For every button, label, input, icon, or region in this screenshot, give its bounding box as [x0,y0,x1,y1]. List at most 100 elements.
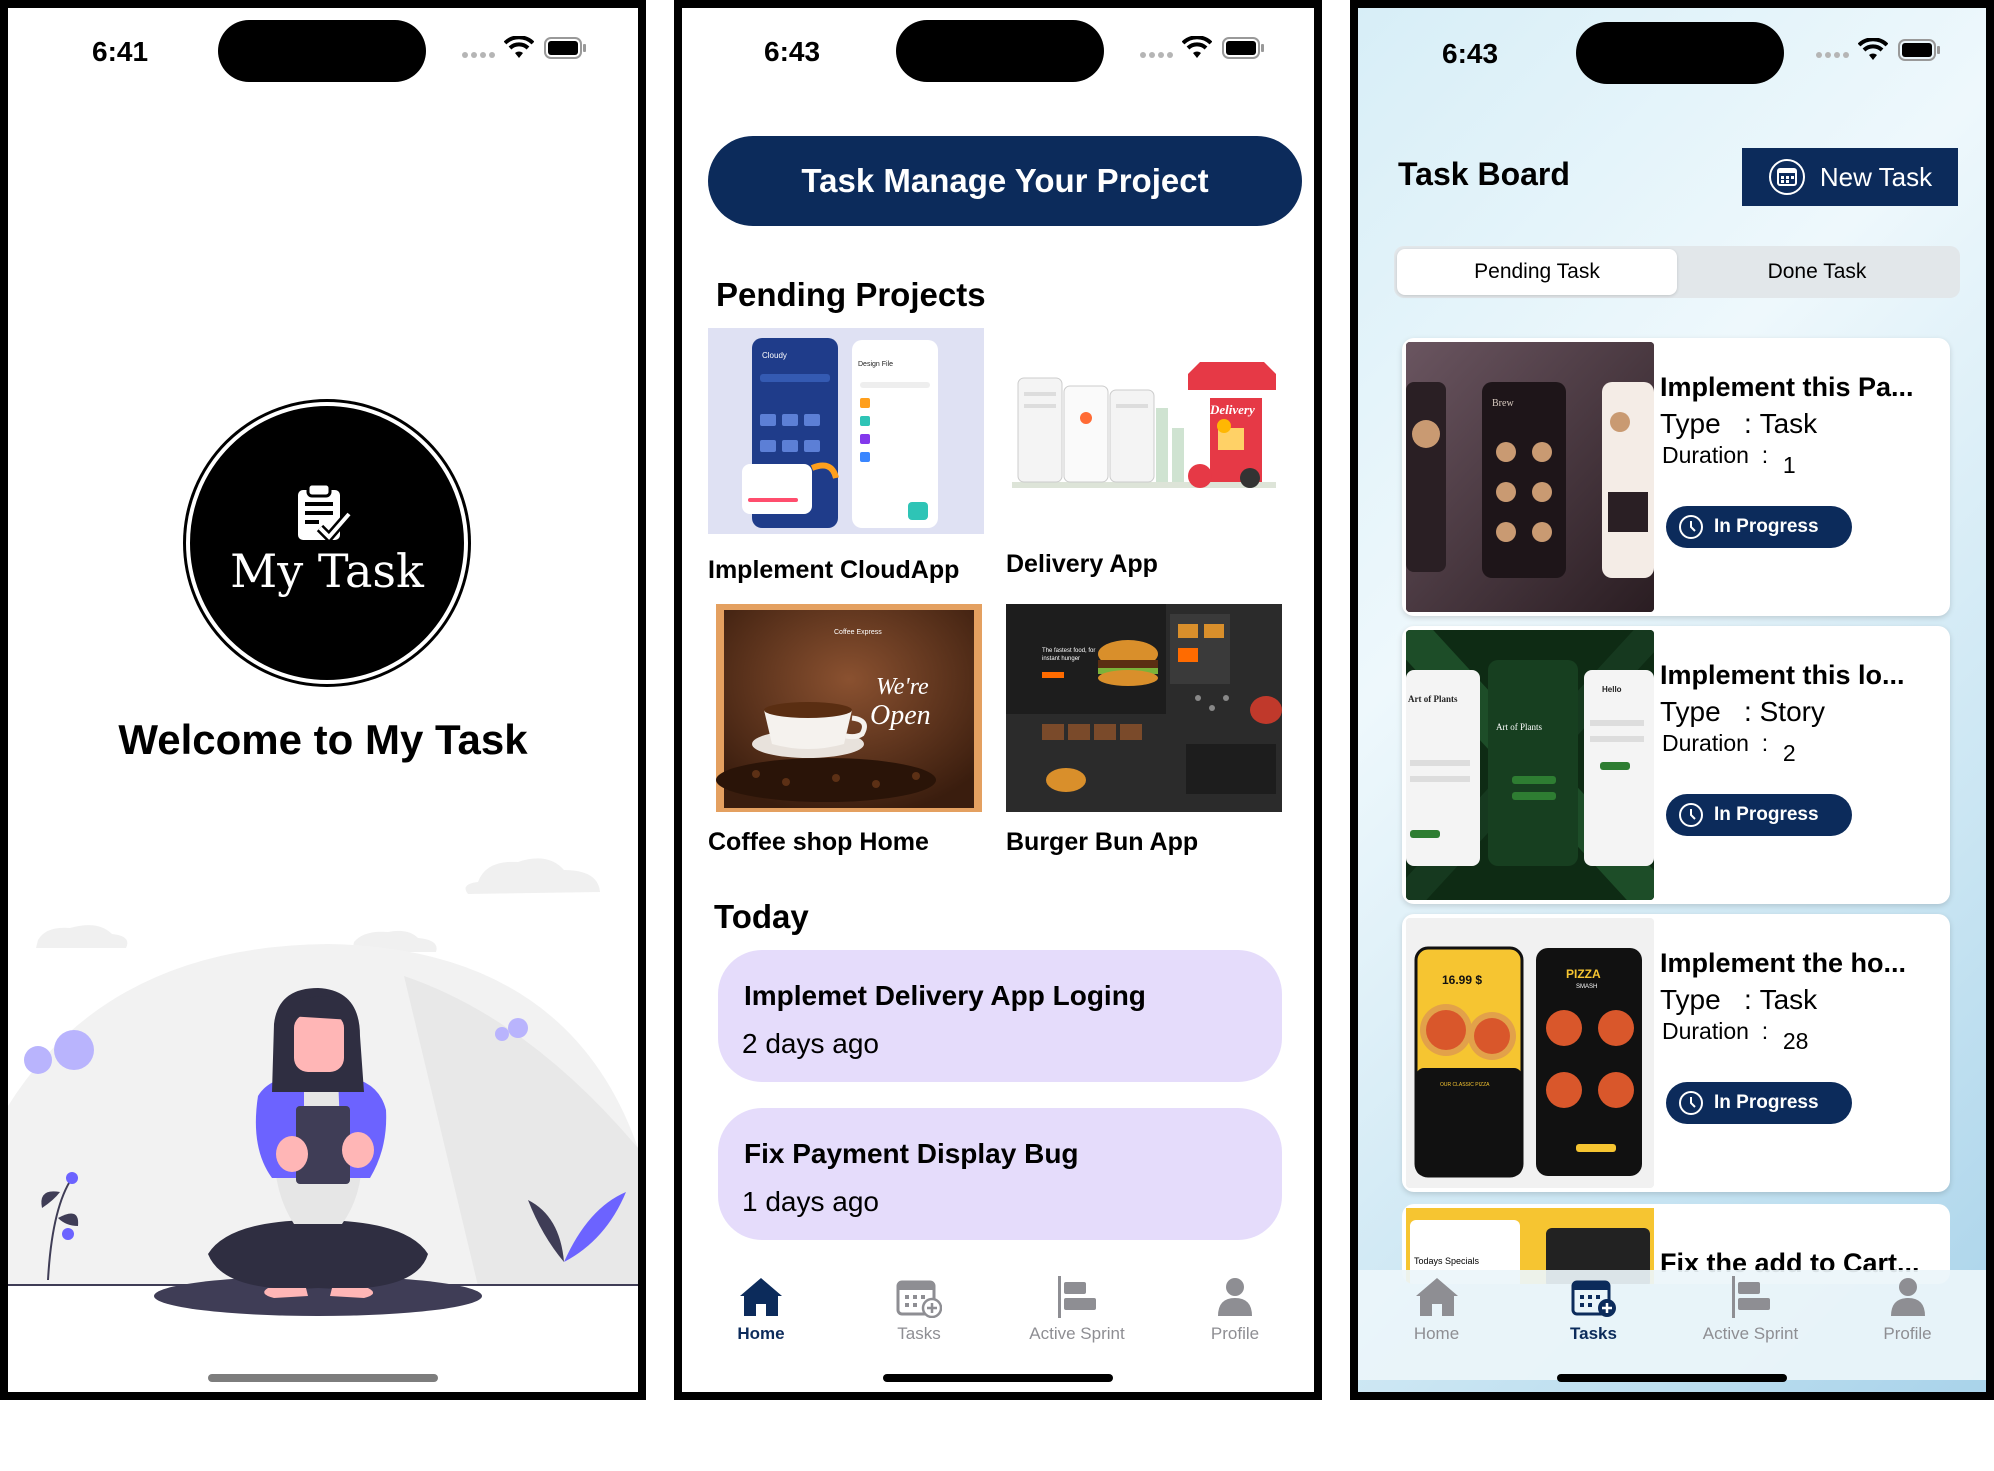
project-card[interactable]: The fastest food, for instant hunger Bur… [1006,604,1286,857]
dynamic-island [218,20,426,82]
task-segmented-control: Pending Task Done Task [1394,246,1960,298]
phone-task-board: 6:43 Task Board New Task Pending Task Do… [1350,0,1994,1400]
status-bar: 6:43 [1358,8,1986,98]
duration-label: Duration [1662,442,1749,468]
segment-done-task[interactable]: Done Task [1677,249,1957,295]
thumb-text: Delivery [1209,402,1255,417]
person-icon [1890,1278,1925,1316]
tab-home[interactable]: Home [1358,1270,1515,1380]
thumb-text: Cloudy [762,351,787,360]
today-task-card[interactable]: Fix Payment Display Bug 1 days ago [718,1108,1282,1240]
clock-icon [1679,515,1703,539]
status-badge[interactable]: In Progress [1666,1082,1852,1124]
duration-value: 1 [1782,452,1796,478]
project-thumbnail: Coffee Express We're Open [716,604,982,812]
status-badge[interactable]: In Progress [1666,794,1852,836]
thumb-text: SMASH [1576,984,1597,990]
tab-label: Tasks [1570,1324,1617,1343]
project-card[interactable]: Cloudy Design File Implement CloudApp [708,328,988,585]
status-bar: 6:41 [8,8,638,98]
thumb-text: We're [876,674,929,700]
calendar-icon [1768,159,1805,195]
project-card[interactable]: Coffee Express We're Open Coffee shop Ho… [708,604,988,857]
task-title: Implement this Pa... [1660,372,1914,402]
home-indicator [883,1374,1113,1382]
tab-label: Active Sprint [1702,1324,1799,1343]
project-name: Delivery App [1006,550,1158,578]
duration-label: Duration [1662,1018,1749,1044]
type-value: Story [1759,696,1825,727]
dynamic-island [896,20,1104,82]
sprint-icon [1058,1276,1096,1318]
project-name: Implement CloudApp [708,556,960,584]
today-task-card[interactable]: Implemet Delivery App Loging 2 days ago [718,950,1282,1082]
tab-tasks[interactable]: Tasks [1515,1270,1672,1380]
tab-label: Home [1413,1324,1460,1343]
status-label: In Progress [1714,516,1819,537]
project-banner[interactable]: Task Manage Your Project [708,136,1302,226]
logo-text: My Task [230,544,424,598]
app-logo: My Task [186,402,468,684]
home-indicator [1557,1374,1787,1382]
today-task-ago: 2 days ago [742,1028,879,1059]
welcome-heading: Welcome to My Task [118,716,528,763]
type-label: Type [1660,696,1721,727]
phone-splash: 6:41 My Task Welcome to My Task [0,0,646,1400]
task-card[interactable]: 16.99 $ OUR CLASSIC PIZZA PIZZA SMASH Im… [1402,914,1950,1192]
status-label: In Progress [1714,804,1819,825]
phone-home: 6:43 Task Manage Your Project Pending Pr… [674,0,1322,1400]
task-title: Implement this lo... [1660,660,1905,690]
task-card[interactable]: Art of Plants Art of Plants Hello Implem… [1402,626,1950,904]
task-type: Type : Story [1660,696,1825,727]
task-card[interactable]: Brew Implement this Pa... Type : Task Du… [1402,338,1950,616]
type-label: Type [1660,984,1721,1015]
task-duration: Duration : 28 [1662,1018,1809,1054]
tab-label: Profile [1883,1324,1932,1343]
clipboard-check-icon [298,482,352,544]
signal-icon [1140,52,1173,58]
today-task-title: Fix Payment Display Bug [744,1138,1079,1169]
home-icon [1415,1278,1458,1316]
calendar-add-icon [1571,1280,1616,1317]
thumb-text: PIZZA [1566,967,1601,981]
thumb-text: Open [870,700,931,731]
battery-icon [544,37,586,59]
status-time: 6:43 [1442,38,1499,69]
page-title: Task Board [1398,156,1570,192]
thumb-text: Hello [1602,685,1622,694]
task-thumbnail: Brew [1406,342,1654,612]
wifi-icon [1182,36,1212,58]
pending-projects-title: Pending Projects [716,276,986,313]
duration-value: 28 [1782,1028,1809,1054]
thumb-text: Brew [1492,398,1514,409]
project-thumbnail: The fastest food, for instant hunger [1006,604,1282,812]
tab-home[interactable]: Home [682,1270,840,1380]
today-task-ago: 1 days ago [742,1186,879,1217]
new-task-button[interactable]: New Task [1742,148,1958,206]
tab-active-sprint[interactable]: Active Sprint [1672,1270,1829,1380]
battery-icon [1898,39,1940,61]
home-icon [740,1278,782,1316]
status-time: 6:41 [92,36,149,67]
clock-icon [1679,803,1703,827]
type-value: Task [1759,408,1818,439]
project-thumbnail: Delivery [1006,328,1282,528]
tab-profile[interactable]: Profile [1829,1270,1986,1380]
calendar-add-icon [896,1280,942,1318]
tab-profile[interactable]: Profile [1156,1270,1314,1380]
thumb-text: Art of Plants [1408,694,1458,704]
duration-label: Duration [1662,730,1749,756]
task-duration: Duration : 1 [1662,442,1796,478]
thumb-text: OUR CLASSIC PIZZA [1440,1082,1490,1088]
today-task-title: Implemet Delivery App Loging [744,980,1146,1011]
signal-icon [462,52,495,58]
tab-tasks[interactable]: Tasks [840,1270,998,1380]
status-badge[interactable]: In Progress [1666,506,1852,548]
segment-pending-task[interactable]: Pending Task [1397,249,1677,295]
wifi-icon [504,36,534,58]
task-type: Type : Task [1660,408,1818,439]
wifi-icon [1858,38,1888,60]
battery-icon [1222,37,1264,59]
tab-active-sprint[interactable]: Active Sprint [998,1270,1156,1380]
project-card[interactable]: Delivery Delivery App [1006,328,1286,579]
